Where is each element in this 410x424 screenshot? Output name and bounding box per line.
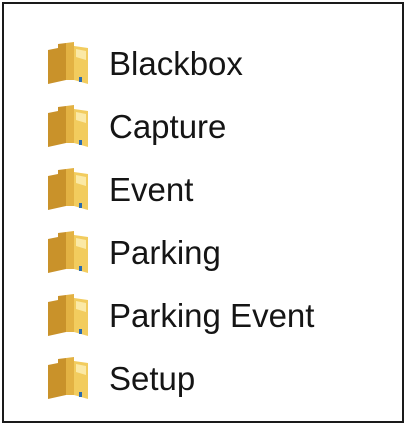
folder-item-setup[interactable]: Setup — [4, 347, 402, 410]
folder-list: Blackbox Capture Event Parking Parking E… — [4, 32, 402, 410]
folder-item-capture[interactable]: Capture — [4, 95, 402, 158]
folder-icon — [44, 292, 92, 340]
folder-label: Setup — [109, 360, 196, 397]
folder-label: Capture — [109, 108, 227, 145]
folder-item-parking[interactable]: Parking — [4, 221, 402, 284]
folder-label: Blackbox — [109, 45, 243, 82]
folder-icon — [44, 40, 92, 88]
folder-icon — [44, 355, 92, 403]
folder-item-event[interactable]: Event — [4, 158, 402, 221]
folder-item-parking-event[interactable]: Parking Event — [4, 284, 402, 347]
folder-list-panel: Blackbox Capture Event Parking Parking E… — [2, 2, 404, 423]
folder-label: Parking — [109, 234, 221, 271]
folder-label: Event — [109, 171, 194, 208]
folder-icon — [44, 166, 92, 214]
folder-label: Parking Event — [109, 297, 315, 334]
folder-item-blackbox[interactable]: Blackbox — [4, 32, 402, 95]
folder-icon — [44, 103, 92, 151]
folder-icon — [44, 229, 92, 277]
